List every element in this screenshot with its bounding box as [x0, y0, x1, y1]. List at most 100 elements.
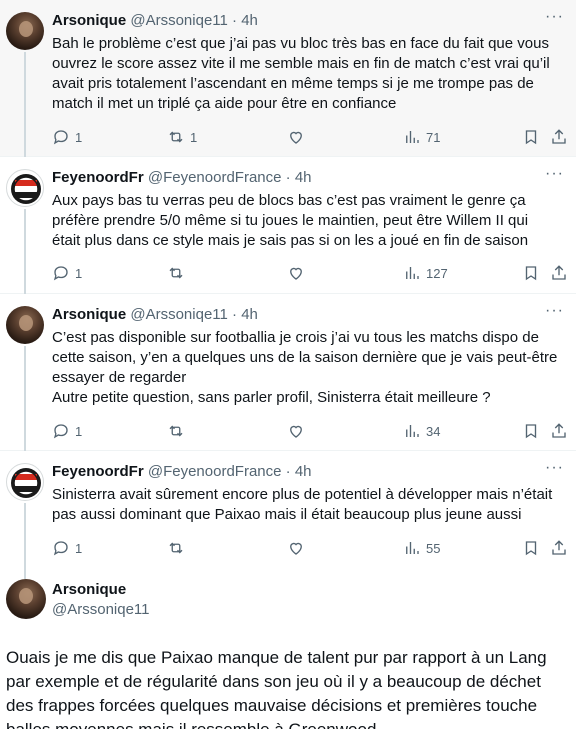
bookmark-icon	[525, 266, 537, 281]
repost-icon	[169, 425, 183, 437]
tweet-header: FeyenoordFr @FeyenoordFrance · 4h	[52, 169, 312, 187]
reply-icon	[53, 424, 68, 439]
share-icon	[552, 265, 566, 280]
avatar[interactable]	[6, 169, 44, 207]
heart-icon	[290, 131, 302, 144]
tweet-text: Sinisterra avait sûrement encore plus de…	[52, 485, 560, 525]
like-button[interactable]	[287, 421, 310, 441]
thread-line	[24, 209, 26, 294]
share-button[interactable]	[550, 538, 568, 558]
reply-button[interactable]: 1	[52, 538, 82, 558]
reply-icon	[53, 130, 68, 145]
tweet-header: FeyenoordFr @FeyenoordFrance · 4h	[52, 463, 312, 481]
action-bar: 1 34	[52, 421, 572, 441]
reply-tweet[interactable]: Arsonique @Arssoniqe11 · 4h ··· Bah le p…	[0, 0, 576, 157]
avatar[interactable]	[6, 463, 44, 501]
repost-button[interactable]	[167, 263, 190, 283]
avatar[interactable]	[6, 579, 46, 619]
reply-tweet[interactable]: FeyenoordFr @FeyenoordFrance · 4h ··· Au…	[0, 157, 576, 294]
share-icon	[552, 423, 566, 438]
share-button[interactable]	[550, 421, 568, 441]
user-name[interactable]: Arsonique	[52, 581, 126, 598]
tweet-header: Arsonique @Arssoniqe11 · 4h	[52, 306, 258, 324]
more-icon[interactable]: ···	[545, 459, 564, 477]
more-icon[interactable]: ···	[545, 302, 564, 320]
tweet-header: Arsonique @Arssoniqe11 · 4h	[52, 12, 258, 30]
bookmark-icon	[525, 541, 537, 556]
tweet-text-paragraph: C’est pas disponible sur footballia je c…	[52, 329, 558, 386]
reply-count: 1	[75, 265, 83, 281]
repost-count: 1	[190, 129, 198, 145]
feyenoord-logo-icon	[11, 468, 41, 498]
thread-line	[24, 52, 26, 157]
user-handle[interactable]: @Arssoniqe11	[52, 601, 150, 618]
thread-line	[24, 346, 26, 451]
like-button[interactable]	[287, 127, 310, 147]
share-button[interactable]	[550, 263, 568, 283]
tweet-text-paragraph: Autre petite question, sans parler profi…	[52, 389, 491, 406]
action-bar: 1 55	[52, 538, 572, 558]
tweet-text-paragraph: Aux pays bas tu verras peu de blocs bas …	[52, 192, 529, 249]
timestamp[interactable]: · 4h	[286, 169, 312, 186]
views-button[interactable]: 127	[403, 263, 448, 283]
avatar[interactable]	[6, 12, 44, 50]
user-handle[interactable]: @Arssoniqe11	[130, 12, 228, 29]
reply-button[interactable]: 1	[52, 421, 82, 441]
reply-tweet[interactable]: FeyenoordFr @FeyenoordFrance · 4h ··· Si…	[0, 451, 576, 579]
views-icon	[406, 267, 419, 279]
reply-icon	[53, 266, 68, 281]
repost-button[interactable]	[167, 538, 190, 558]
tweet-text: Aux pays bas tu verras peu de blocs bas …	[52, 191, 560, 251]
share-button[interactable]	[550, 127, 568, 147]
bookmark-icon	[525, 424, 537, 439]
reply-icon	[53, 541, 68, 556]
bookmark-icon	[525, 130, 537, 145]
views-icon	[406, 131, 419, 143]
timestamp[interactable]: · 4h	[232, 12, 258, 29]
bookmark-button[interactable]	[522, 421, 540, 441]
timestamp[interactable]: · 4h	[286, 463, 312, 480]
reply-button[interactable]: 1	[52, 127, 82, 147]
views-count: 34	[426, 423, 441, 439]
heart-icon	[290, 267, 302, 280]
heart-icon	[290, 542, 302, 555]
repost-button[interactable]	[167, 421, 190, 441]
views-button[interactable]: 34	[403, 421, 440, 441]
reply-count: 1	[75, 423, 83, 439]
bookmark-button[interactable]	[522, 263, 540, 283]
user-name[interactable]: Arsonique	[52, 12, 126, 29]
action-bar: 1 1 71	[52, 127, 572, 147]
user-handle[interactable]: @FeyenoordFrance	[148, 169, 282, 186]
repost-icon	[169, 267, 183, 279]
repost-icon	[169, 131, 183, 143]
user-name[interactable]: Arsonique	[52, 306, 126, 323]
share-icon	[552, 129, 566, 144]
like-button[interactable]	[287, 538, 310, 558]
views-button[interactable]: 55	[403, 538, 440, 558]
reply-count: 1	[75, 129, 83, 145]
bookmark-button[interactable]	[522, 538, 540, 558]
reply-button[interactable]: 1	[52, 263, 82, 283]
bookmark-button[interactable]	[522, 127, 540, 147]
views-button[interactable]: 71	[403, 127, 440, 147]
tweet-text-paragraph: Sinisterra avait sûrement encore plus de…	[52, 486, 553, 523]
user-name[interactable]: FeyenoordFr	[52, 463, 144, 480]
main-tweet-text: Ouais je me dis que Paixao manque de tal…	[6, 648, 547, 729]
views-count: 127	[426, 265, 448, 281]
more-icon[interactable]: ···	[545, 165, 564, 183]
user-handle[interactable]: @FeyenoordFrance	[148, 463, 282, 480]
views-icon	[406, 542, 419, 554]
reply-tweet[interactable]: Arsonique @Arssoniqe11 · 4h ··· C’est pa…	[0, 294, 576, 451]
views-icon	[406, 425, 419, 437]
feyenoord-logo-icon	[11, 174, 41, 204]
heart-icon	[290, 425, 302, 438]
timestamp[interactable]: · 4h	[232, 306, 258, 323]
avatar[interactable]	[6, 306, 44, 344]
more-icon[interactable]: ···	[545, 8, 564, 26]
like-button[interactable]	[287, 263, 310, 283]
share-icon	[552, 540, 566, 555]
tweet-text: Bah le problème c’est que j’ai pas vu bl…	[52, 34, 560, 114]
repost-button[interactable]: 1	[167, 127, 197, 147]
user-name[interactable]: FeyenoordFr	[52, 169, 144, 186]
user-handle[interactable]: @Arssoniqe11	[130, 306, 228, 323]
